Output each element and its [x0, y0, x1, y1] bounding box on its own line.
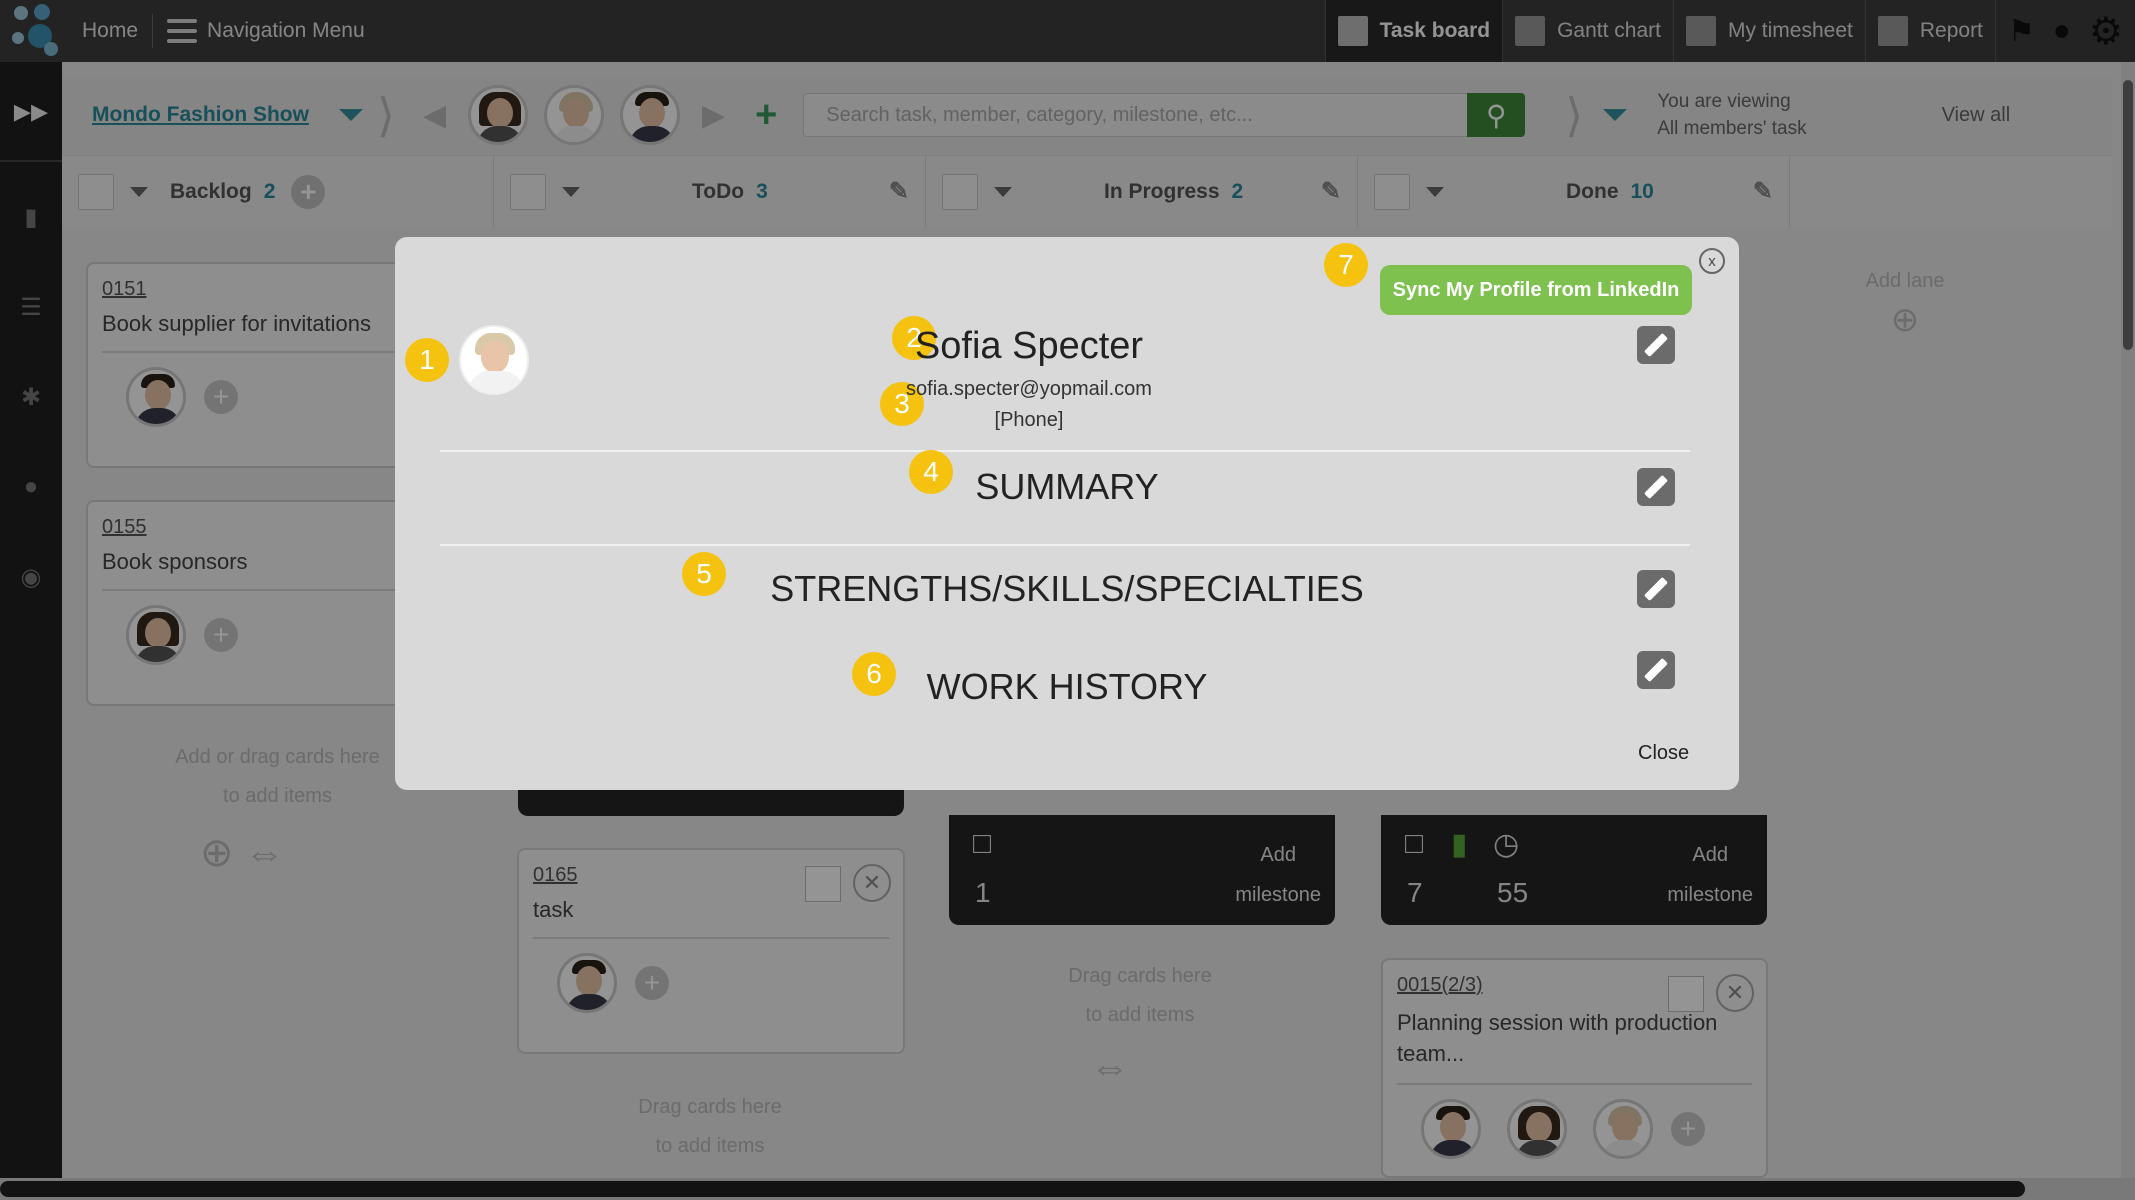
pencil-icon — [1643, 576, 1669, 602]
profile-modal: x 7 Sync My Profile from LinkedIn 1 2 So… — [395, 237, 1739, 790]
sync-linkedin-button[interactable]: Sync My Profile from LinkedIn — [1380, 265, 1692, 315]
callout-badge-1: 1 — [405, 338, 449, 382]
pencil-icon — [1643, 332, 1669, 358]
callout-badge-7: 7 — [1324, 243, 1368, 287]
pencil-icon — [1643, 657, 1669, 683]
edit-name-button[interactable] — [1637, 326, 1675, 364]
modal-divider — [440, 544, 1690, 546]
summary-heading: SUMMARY — [975, 466, 1159, 507]
profile-name: Sofia Specter — [914, 325, 1144, 367]
strengths-heading: STRENGTHS/SKILLS/SPECIALTIES — [770, 568, 1364, 609]
work-history-heading: WORK HISTORY — [926, 666, 1208, 707]
modal-divider — [440, 450, 1690, 452]
pencil-icon — [1643, 474, 1669, 500]
profile-avatar[interactable] — [459, 325, 529, 395]
edit-summary-button[interactable] — [1637, 468, 1675, 506]
close-button[interactable]: Close — [1638, 742, 1689, 765]
edit-strengths-button[interactable] — [1637, 570, 1675, 608]
edit-work-history-button[interactable] — [1637, 651, 1675, 689]
close-icon[interactable]: x — [1699, 248, 1725, 274]
profile-phone: [Phone] — [994, 409, 1064, 431]
profile-email: sofia.specter@yopmail.com — [906, 378, 1152, 400]
